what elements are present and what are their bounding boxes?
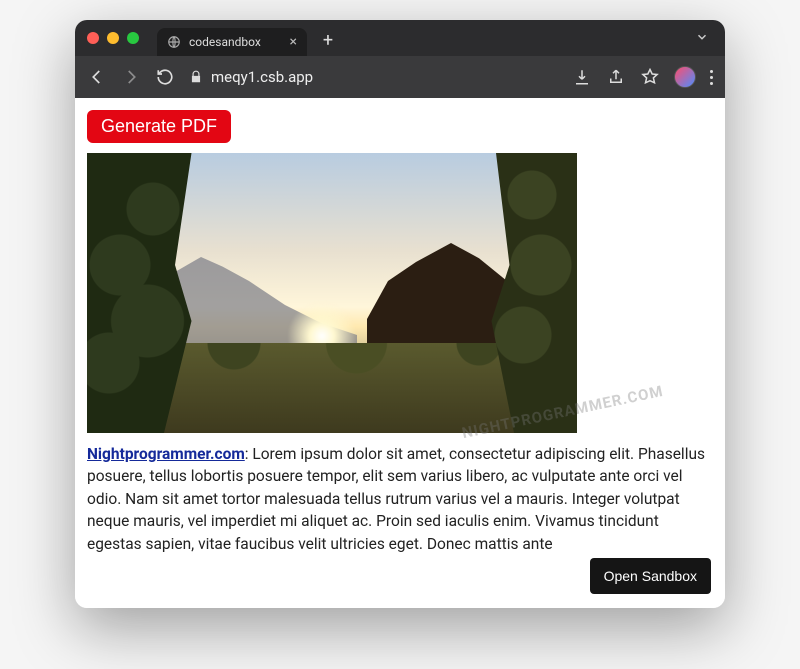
reload-button[interactable] [155,67,175,87]
bookmark-star-icon[interactable] [640,67,660,87]
chevron-down-icon[interactable] [695,29,709,48]
browser-tab[interactable]: codesandbox × [157,28,307,56]
landscape-image [87,153,577,433]
open-sandbox-button[interactable]: Open Sandbox [590,558,711,594]
url-text: meqy1.csb.app [211,68,313,86]
back-button[interactable] [87,67,107,87]
close-tab-icon[interactable]: × [290,34,297,50]
minimize-window-button[interactable] [107,32,119,44]
close-window-button[interactable] [87,32,99,44]
install-icon[interactable] [572,67,592,87]
maximize-window-button[interactable] [127,32,139,44]
titlebar: codesandbox × + [75,20,725,56]
profile-avatar[interactable] [674,66,696,88]
generate-pdf-button[interactable]: Generate PDF [87,110,231,143]
nightprogrammer-link[interactable]: Nightprogrammer.com [87,445,245,463]
new-tab-button[interactable]: + [315,27,341,53]
globe-icon [167,35,181,49]
body-paragraph: Nightprogrammer.com: Lorem ipsum dolor s… [87,443,713,555]
address-bar[interactable]: meqy1.csb.app [189,68,558,86]
browser-window: codesandbox × + meqy1.csb.app [75,20,725,608]
forward-button[interactable] [121,67,141,87]
share-icon[interactable] [606,67,626,87]
page-content: Generate PDF NIGHTPROGRAMMER.COM Nightpr… [75,98,725,608]
lock-icon [189,70,203,84]
tab-title: codesandbox [189,35,282,49]
browser-toolbar: meqy1.csb.app [75,56,725,98]
traffic-lights [87,32,139,44]
menu-button[interactable] [710,70,713,85]
